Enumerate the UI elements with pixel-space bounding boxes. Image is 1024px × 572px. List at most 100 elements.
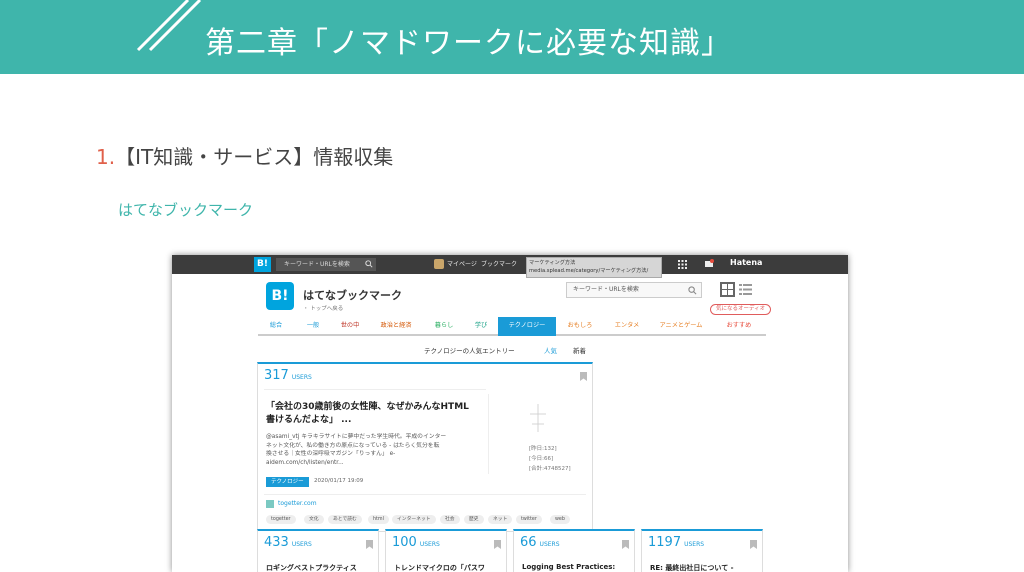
users-number: 317 — [264, 368, 289, 383]
tag[interactable]: インターネット — [392, 515, 436, 524]
notification-icon[interactable] — [704, 259, 714, 269]
users-label: USERS — [291, 541, 312, 548]
slash-decoration — [136, 0, 202, 52]
users-number: 1197 — [648, 535, 682, 550]
tab-recommended[interactable]: おすすめ — [712, 317, 766, 336]
tab-entertainment[interactable]: エンタメ — [604, 317, 650, 336]
tag[interactable]: twitter — [516, 515, 542, 524]
users-count[interactable]: 66 USERS — [520, 535, 560, 550]
category-badge[interactable]: テクノロジー — [266, 477, 309, 487]
tag-list: togetter 文化 あとで読む html インターネット 社会 歴史 ネット… — [266, 515, 586, 527]
tab-anime-game[interactable]: アニメとゲーム — [650, 317, 712, 336]
url-tooltip: マーケティング方法 media.splead.me/category/マーケティ… — [526, 257, 662, 278]
main-search-placeholder: キーワード・URLを検索 — [573, 286, 639, 293]
counter-today: [今日:66] — [529, 456, 554, 462]
subtitle: はてなブックマーク — [118, 201, 254, 219]
entry-card[interactable]: 433 USERS ロギングベストプラクティス — [257, 529, 379, 572]
thumbnail-graphic-icon — [530, 404, 546, 432]
tooltip-title: マーケティング方法 — [529, 260, 576, 266]
global-topbar: B! キーワード・URLを検索 マイページ ブックマーク マーケティング方法 m… — [172, 255, 848, 278]
tooltip-url: media.splead.me/category/マーケティング方法/ — [529, 267, 649, 274]
tab-technology[interactable]: テクノロジー — [498, 317, 556, 336]
tab-society[interactable]: 世の中 — [332, 317, 368, 336]
bookmark-icon[interactable] — [622, 540, 629, 549]
tab-life[interactable]: 暮らし — [424, 317, 464, 336]
tab-ippan[interactable]: 一般 — [294, 317, 332, 336]
entry-card[interactable]: 66 USERS Logging Best Practices: — [513, 529, 635, 572]
audio-link[interactable]: 気になるオーディオ — [710, 304, 772, 315]
tab-fun[interactable]: おもしろ — [556, 317, 604, 336]
tag[interactable]: あとで読む — [328, 515, 362, 524]
main-search-input[interactable]: キーワード・URLを検索 — [566, 282, 702, 298]
users-count[interactable]: 1197 USERS — [648, 535, 704, 550]
section-title: 【IT知識・サービス】情報収集 — [115, 145, 394, 169]
users-count[interactable]: 433 USERS — [264, 535, 312, 550]
entry-description: @asami_vtj キラキラサイトに夢中だった学生時代。平成のインター ネット… — [266, 433, 484, 467]
grid-view-icon[interactable] — [720, 282, 735, 297]
hatena-screenshot: B! キーワード・URLを検索 マイページ ブックマーク マーケティング方法 m… — [172, 255, 848, 572]
slide-title: 第二章「ノマドワークに必要な知識」 — [205, 26, 732, 61]
tab-new[interactable]: 新着 — [573, 345, 586, 355]
entry-desc-line: aidem.com/ch/listen/entr... — [266, 459, 344, 466]
entry-title[interactable]: 「会社の30歳前後の女性陣、なぜかみんなHTML 書けるんだよな」 ... — [266, 401, 484, 427]
tag[interactable]: 文化 — [304, 515, 324, 524]
entry-title-line: 書けるんだよな」 ... — [266, 415, 352, 425]
tag[interactable]: ネット — [488, 515, 513, 524]
users-label: USERS — [539, 541, 560, 548]
entry-title[interactable]: Logging Best Practices: — [522, 563, 615, 571]
bookmark-icon[interactable] — [366, 540, 373, 549]
bookmark-icon[interactable] — [580, 372, 587, 381]
brand-name[interactable]: はてなブックマーク — [303, 287, 402, 303]
mypage-link[interactable]: マイページ — [447, 259, 477, 268]
users-number: 66 — [520, 535, 537, 550]
search-icon[interactable] — [365, 260, 373, 268]
section-heading: 1.【IT知識・サービス】情報収集 — [96, 141, 393, 170]
apps-grid-icon[interactable] — [678, 260, 687, 269]
users-count[interactable]: 317 USERS — [264, 368, 312, 383]
entry-card[interactable]: 100 USERS トレンドマイクロの「パスワ — [385, 529, 507, 572]
tab-popular[interactable]: 人気 — [544, 345, 557, 355]
bookmark-icon[interactable] — [750, 540, 757, 549]
site-domain-link[interactable]: togetter.com — [278, 500, 317, 507]
topbar-search-input[interactable]: キーワード・URLを検索 — [276, 258, 376, 271]
counter-yesterday: [昨日:132] — [529, 446, 557, 452]
users-count[interactable]: 100 USERS — [392, 535, 440, 550]
tab-general[interactable]: 総合 — [258, 317, 294, 336]
tag[interactable]: 歴史 — [464, 515, 484, 524]
entry-desc-line: 換させる｜女性の深呼吸マガジン「りっすん」 e- — [266, 451, 396, 457]
back-to-top-link[interactable]: ・ トップへ戻る — [303, 304, 343, 312]
tag[interactable]: web — [550, 515, 570, 524]
tab-learning[interactable]: 学び — [464, 317, 498, 336]
users-label: USERS — [291, 374, 312, 381]
divider — [264, 494, 586, 495]
tag[interactable]: html — [368, 515, 389, 524]
hatebu-logo[interactable]: B! — [266, 282, 294, 310]
tag[interactable]: 社会 — [440, 515, 460, 524]
entry-title[interactable]: RE: 最終出社日について - — [650, 563, 734, 572]
section-label: テクノロジーの人気エントリー — [424, 347, 515, 355]
counter-total: [合計:4748527] — [529, 466, 571, 472]
topbar-search-placeholder: キーワード・URLを検索 — [284, 261, 350, 268]
entry-thumbnail[interactable]: [昨日:132] [今日:66] [合計:4748527] — [488, 394, 586, 474]
list-view-icon[interactable] — [738, 282, 753, 297]
entry-card[interactable]: 317 USERS 「会社の30歳前後の女性陣、なぜかみんなHTML 書けるんだよ… — [257, 362, 593, 532]
entry-card[interactable]: 1197 USERS RE: 最終出社日について - — [641, 529, 763, 572]
entry-desc-line: ネット文化が、私の働き方の原点になっている - はたらく気分を転 — [266, 442, 440, 449]
tag[interactable]: togetter — [266, 515, 296, 524]
entry-title-line: 「会社の30歳前後の女性陣、なぜかみんなHTML — [266, 402, 469, 412]
bookmark-link[interactable]: ブックマーク — [481, 259, 517, 268]
topbar-logo[interactable]: B! — [254, 257, 271, 272]
divider — [264, 389, 486, 390]
users-label: USERS — [684, 541, 705, 548]
bookmark-icon[interactable] — [494, 540, 501, 549]
avatar[interactable] — [434, 259, 444, 269]
category-nav: 総合 一般 世の中 政治と経済 暮らし 学び テクノロジー おもしろ エンタメ … — [258, 317, 766, 336]
entry-title[interactable]: トレンドマイクロの「パスワ — [394, 563, 485, 572]
site-favicon-icon — [266, 500, 274, 508]
entry-date: 2020/01/17 19:09 — [314, 478, 364, 484]
hatena-logo[interactable]: Hatena — [730, 258, 762, 267]
tab-politics[interactable]: 政治と経済 — [368, 317, 424, 336]
users-label: USERS — [419, 541, 440, 548]
search-icon[interactable] — [688, 286, 697, 295]
entry-title[interactable]: ロギングベストプラクティス — [266, 563, 357, 572]
